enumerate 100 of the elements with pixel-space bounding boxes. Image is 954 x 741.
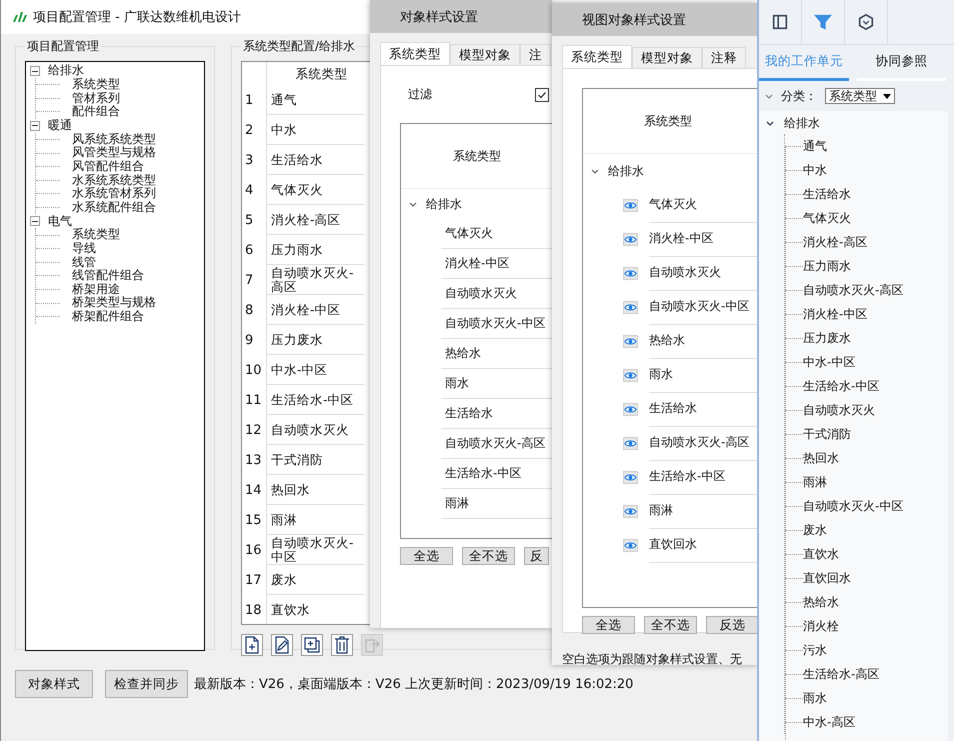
tree-item[interactable]: 自动喷水灭火-中区 bbox=[803, 498, 904, 514]
table-cell[interactable]: 自动喷水灭火 bbox=[267, 415, 364, 445]
select-button[interactable]: 反 bbox=[524, 547, 549, 565]
filter-checkbox[interactable] bbox=[535, 88, 549, 102]
tree-item[interactable]: 风系统系统类型 bbox=[72, 132, 156, 146]
tree-item[interactable]: 雨淋 bbox=[803, 474, 827, 490]
table-cell[interactable]: 消火栓-高区 bbox=[267, 205, 364, 235]
chevron-icon[interactable] bbox=[409, 202, 417, 206]
tree-item[interactable]: 风管配件组合 bbox=[72, 160, 144, 174]
copy-icon[interactable] bbox=[301, 634, 323, 656]
table-cell[interactable]: 热回水 bbox=[267, 475, 364, 505]
list-item[interactable]: 气体灭火 bbox=[445, 225, 493, 242]
eye-icon[interactable] bbox=[623, 334, 638, 348]
select-button[interactable]: 全不选 bbox=[462, 547, 515, 565]
tree-item[interactable]: 系统类型 bbox=[72, 228, 120, 242]
tree-item[interactable]: 直饮回水 bbox=[803, 570, 851, 586]
tab[interactable]: 模型对象 bbox=[632, 47, 702, 68]
tree-item[interactable]: 生活给水-高区 bbox=[803, 666, 880, 682]
tab[interactable]: 注 bbox=[520, 44, 551, 65]
list-item[interactable]: 消火栓-中区 bbox=[445, 255, 510, 272]
tree-item[interactable]: 电气 bbox=[48, 214, 72, 228]
table-cell[interactable]: 废水 bbox=[267, 565, 364, 595]
tree-item[interactable]: 雨水 bbox=[803, 690, 827, 706]
table-cell[interactable]: 通气 bbox=[267, 85, 364, 115]
tab[interactable]: 模型对象 bbox=[450, 44, 520, 65]
tree-item[interactable]: 中水-高区 bbox=[803, 714, 856, 730]
table-cell[interactable]: 中水-中区 bbox=[267, 355, 364, 385]
eye-icon[interactable] bbox=[623, 300, 638, 314]
tree-item[interactable]: 中水-中区 bbox=[803, 354, 856, 370]
table-cell[interactable]: 生活给水 bbox=[267, 145, 364, 175]
list-item[interactable]: 雨水 bbox=[445, 375, 469, 392]
tree-item[interactable]: 线管配件组合 bbox=[72, 269, 144, 283]
list-item[interactable]: 雨淋 bbox=[445, 495, 469, 512]
tree-item[interactable]: 管材系列 bbox=[72, 92, 120, 106]
eye-icon[interactable] bbox=[623, 232, 638, 246]
tree-item[interactable]: 消火栓-高区 bbox=[803, 234, 868, 250]
tab[interactable]: 系统类型 bbox=[380, 42, 450, 65]
group-label[interactable]: 给排水 bbox=[608, 162, 644, 180]
tree-item[interactable]: 导线 bbox=[72, 242, 96, 256]
table-cell[interactable]: 干式消防 bbox=[267, 445, 364, 475]
tree-item[interactable]: 自动喷水灭火-高区 bbox=[803, 282, 904, 298]
table-cell[interactable]: 雨淋 bbox=[267, 505, 364, 535]
tree-item[interactable]: 热给水 bbox=[803, 594, 839, 610]
tree-item[interactable]: 压力雨水 bbox=[803, 258, 851, 274]
tree-item[interactable]: 水系统配件组合 bbox=[72, 200, 156, 214]
table-cell[interactable]: 消火栓-中区 bbox=[267, 295, 364, 325]
table-cell[interactable]: 自动喷水灭火-高区 bbox=[267, 265, 364, 295]
eye-icon[interactable] bbox=[623, 504, 638, 518]
tree-item[interactable]: 生活给水-中区 bbox=[803, 378, 880, 394]
category-dropdown[interactable]: 系统类型 bbox=[825, 88, 895, 104]
add-icon[interactable] bbox=[241, 634, 263, 656]
tree-item[interactable]: 通气 bbox=[803, 138, 827, 154]
tree-item[interactable]: 给排水 bbox=[48, 64, 84, 78]
eye-icon[interactable] bbox=[623, 436, 638, 450]
eye-icon[interactable] bbox=[623, 368, 638, 382]
group-label[interactable]: 给排水 bbox=[426, 196, 462, 212]
list-item[interactable]: 热给水 bbox=[445, 345, 481, 362]
eye-icon[interactable] bbox=[623, 402, 638, 416]
list-item[interactable]: 自动喷水灭火-高区 bbox=[445, 435, 546, 452]
tree-item[interactable]: 风管类型与规格 bbox=[72, 146, 156, 160]
expander-icon[interactable] bbox=[30, 66, 40, 76]
tree-item[interactable]: 废水 bbox=[803, 522, 827, 538]
table-cell[interactable]: 中水 bbox=[267, 115, 364, 145]
tree-item[interactable]: 热回水 bbox=[803, 450, 839, 466]
tree-item[interactable]: 中水 bbox=[803, 162, 827, 178]
table-cell[interactable]: 气体灭火 bbox=[267, 175, 364, 205]
table-cell[interactable]: 压力废水 bbox=[267, 325, 364, 355]
eye-icon[interactable] bbox=[623, 538, 638, 552]
list-item[interactable]: 自动喷水灭火-中区 bbox=[445, 315, 546, 332]
tree-item[interactable]: 生活给水 bbox=[803, 186, 851, 202]
tree-item[interactable]: 自动喷水灭火 bbox=[803, 402, 875, 418]
table-cell[interactable]: 压力雨水 bbox=[267, 235, 364, 265]
tab[interactable]: 注释 bbox=[702, 47, 746, 68]
tab[interactable]: 系统类型 bbox=[562, 45, 632, 68]
tree-item[interactable]: 直饮水 bbox=[803, 546, 839, 562]
expander-icon[interactable] bbox=[30, 120, 40, 131]
chevron-icon[interactable] bbox=[766, 120, 774, 126]
select-button[interactable]: 全选 bbox=[582, 616, 635, 634]
expander-icon[interactable] bbox=[30, 216, 40, 226]
table-cell[interactable]: 直饮水 bbox=[267, 595, 364, 624]
tree-item[interactable]: 系统类型 bbox=[72, 78, 120, 92]
tree-item[interactable]: 水系统管材系列 bbox=[72, 187, 156, 201]
eye-icon[interactable] bbox=[623, 470, 638, 484]
tree-item[interactable]: 桥架类型与规格 bbox=[72, 296, 156, 310]
action-button[interactable]: 对象样式 bbox=[15, 670, 93, 698]
tree-item[interactable]: 消火栓-中区 bbox=[803, 306, 868, 322]
tree-item[interactable]: 桥架用途 bbox=[72, 282, 120, 296]
select-button[interactable]: 反选 bbox=[706, 616, 757, 634]
tree-item[interactable]: 消火栓 bbox=[803, 618, 839, 634]
tree-item[interactable]: 线管 bbox=[72, 256, 96, 270]
tree-item[interactable]: 压力废水 bbox=[803, 330, 851, 346]
edit-icon[interactable] bbox=[271, 634, 293, 656]
select-button[interactable]: 全不选 bbox=[644, 616, 697, 634]
delete-icon[interactable] bbox=[331, 634, 353, 656]
tree-item[interactable]: 干式消防 bbox=[803, 426, 851, 442]
tree-item[interactable]: 桥架配件组合 bbox=[72, 310, 144, 324]
eye-icon[interactable] bbox=[623, 198, 638, 212]
list-item[interactable]: 自动喷水灭火 bbox=[445, 285, 517, 302]
list-item[interactable]: 生活给水-中区 bbox=[445, 465, 522, 482]
tree-item[interactable]: 暖通 bbox=[48, 119, 72, 133]
